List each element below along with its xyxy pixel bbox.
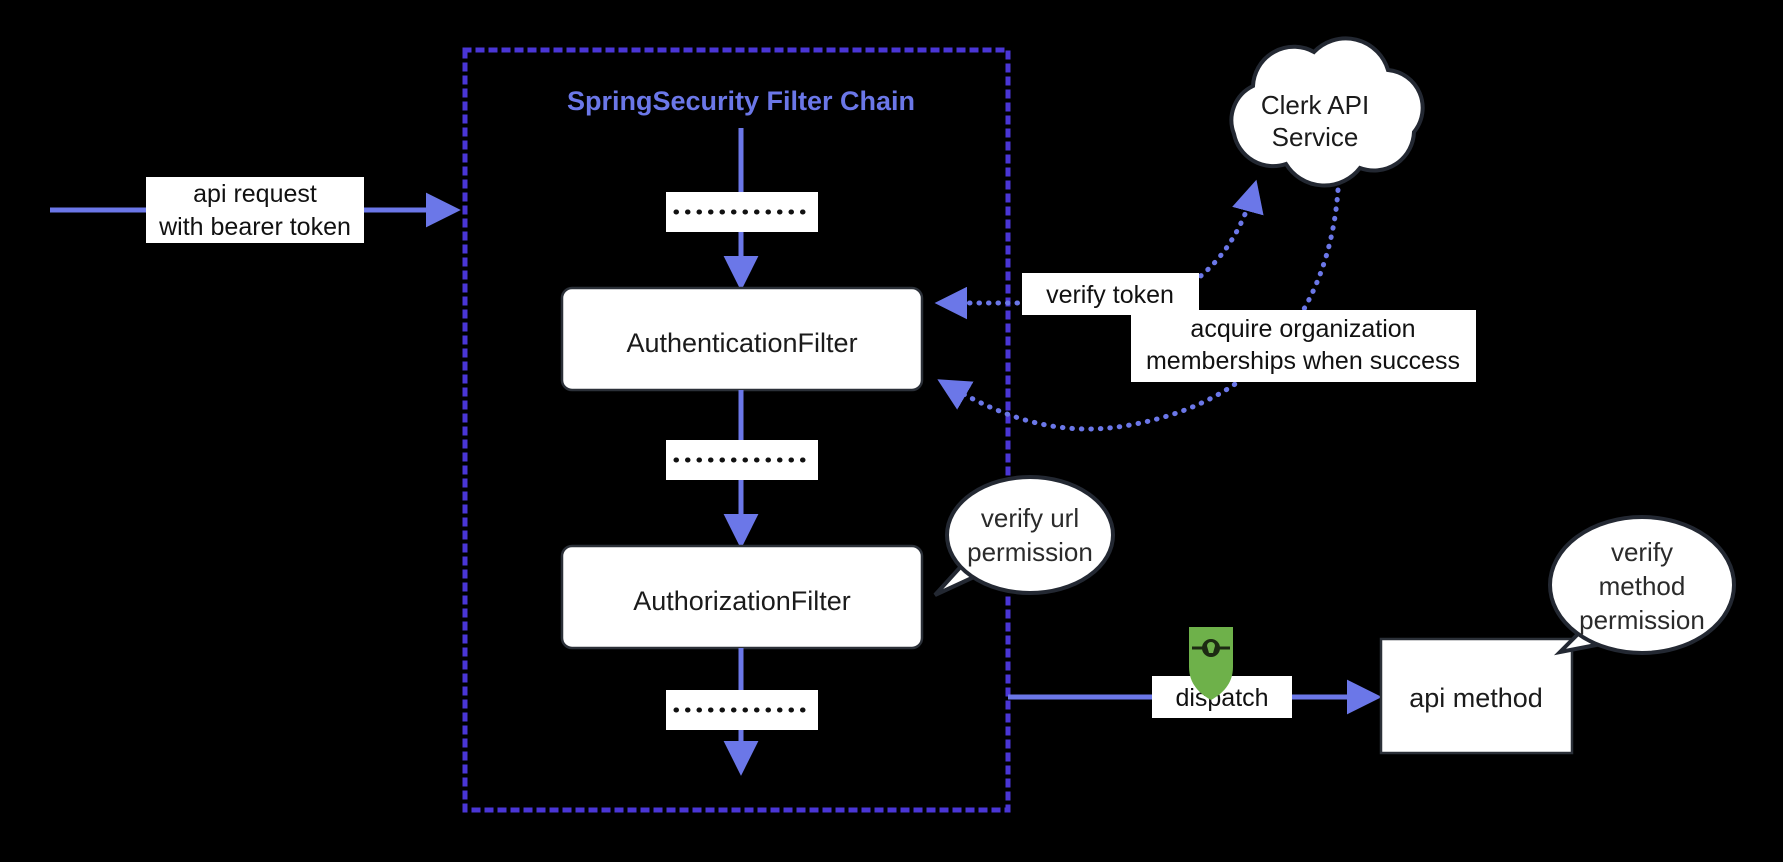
verify-method-permission-line3: permission	[1579, 605, 1705, 635]
spring-security-flow-diagram: SpringSecurity Filter Chain api request …	[50, 36, 1736, 813]
clerk-cloud-line1: Clerk API	[1261, 90, 1369, 120]
verify-token-label: verify token	[1046, 281, 1174, 309]
filter-chain-title: SpringSecurity Filter Chain	[567, 86, 915, 116]
request-label-line1: api request	[193, 180, 317, 208]
verify-url-permission-bubble[interactable]	[933, 475, 1115, 597]
authentication-filter-label: AuthenticationFilter	[626, 328, 857, 358]
verify-method-permission-line1: verify	[1611, 537, 1673, 567]
verify-method-permission-line2: method	[1599, 571, 1686, 601]
clerk-cloud-line2: Service	[1272, 122, 1359, 152]
diagram-canvas: SpringSecurity Filter Chain api request …	[0, 0, 1783, 862]
authorization-filter-label: AuthorizationFilter	[633, 586, 851, 616]
request-label-line2: with bearer token	[158, 213, 351, 241]
verify-url-permission-line2: permission	[967, 537, 1093, 567]
verify-url-permission-line1: verify url	[981, 503, 1079, 533]
acquire-memberships-line1: acquire organization	[1190, 315, 1415, 343]
acquire-memberships-line2: memberships when success	[1146, 347, 1460, 375]
api-method-label: api method	[1409, 683, 1543, 713]
